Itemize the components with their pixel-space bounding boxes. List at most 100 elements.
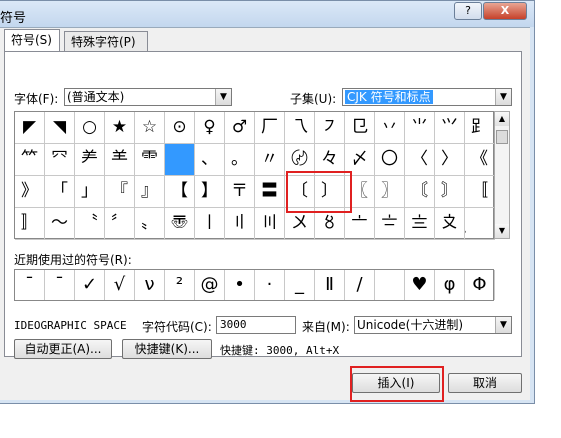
symbol-cell[interactable]: ⻗: [135, 144, 165, 176]
symbol-cell[interactable]: 〘: [405, 176, 435, 208]
symbol-cell[interactable]: 〓: [255, 176, 285, 208]
symbol-cell[interactable]: 〚: [465, 176, 495, 208]
subset-select[interactable]: CJK 符号和标点 ▼: [342, 88, 512, 106]
autocorrect-button[interactable]: 自动更正(A)...: [14, 339, 112, 359]
symbol-cell[interactable]: 〕: [315, 176, 345, 208]
symbol-cell[interactable]: 「: [45, 176, 75, 208]
symbol-cell[interactable]: 〪: [465, 208, 495, 240]
symbol-cell[interactable]: ⺌: [405, 112, 435, 144]
chevron-down-icon[interactable]: ▼: [495, 317, 511, 333]
symbol-cell[interactable]: 〈: [405, 144, 435, 176]
symbol-cell[interactable]: ⻊: [465, 112, 495, 144]
recent-symbol-cell[interactable]: ˉ: [45, 270, 75, 300]
insert-button[interactable]: 插入(I): [352, 373, 440, 393]
chevron-down-icon[interactable]: ▼: [215, 89, 231, 105]
symbol-cell[interactable]: ⊙: [165, 112, 195, 144]
symbol-cell[interactable]: 〒: [225, 176, 255, 208]
recent-symbol-cell[interactable]: @: [195, 270, 225, 300]
symbol-cell[interactable]: ○: [75, 112, 105, 144]
symbol-cell[interactable]: ♂: [225, 112, 255, 144]
symbol-cell[interactable]: ⺮: [15, 144, 45, 176]
symbol-grid-scrollbar[interactable]: ▲ ▼: [494, 111, 510, 239]
symbol-cell[interactable]: 〝: [75, 208, 105, 240]
symbol-cell[interactable]: 〃: [255, 144, 285, 176]
symbol-cell[interactable]: 〄: [285, 144, 315, 176]
symbol-cell[interactable]: 〜: [45, 208, 75, 240]
symbol-cell[interactable]: 〦: [345, 208, 375, 240]
symbol-cell[interactable]: 」: [75, 176, 105, 208]
symbol-cell[interactable]: ⺶: [75, 144, 105, 176]
symbol-cell[interactable]: ◤: [15, 112, 45, 144]
symbol-cell[interactable]: 厂: [255, 112, 285, 144]
scroll-down-icon[interactable]: ▼: [495, 224, 509, 238]
recent-symbol-cell[interactable]: ♥: [405, 270, 435, 300]
symbol-cell[interactable]: 〢: [225, 208, 255, 240]
from-select[interactable]: Unicode(十六进制) ▼: [354, 316, 512, 334]
symbol-cell[interactable]: ☆: [135, 112, 165, 144]
scroll-thumb[interactable]: [496, 130, 508, 144]
symbol-cell[interactable]: 〉: [435, 144, 465, 176]
recent-symbol-cell[interactable]: •: [225, 270, 255, 300]
tab-special-chars[interactable]: 特殊字符(P): [64, 31, 148, 51]
tab-symbols[interactable]: 符号(S): [4, 29, 60, 51]
symbol-cell[interactable]: 〩: [435, 208, 465, 240]
help-button[interactable]: ?: [454, 2, 482, 20]
symbol-cell[interactable]: 〙: [435, 176, 465, 208]
title-bar[interactable]: 符号 ? X: [0, 1, 534, 27]
symbol-cell[interactable]: 〧: [375, 208, 405, 240]
symbol-cell[interactable]: 丷: [375, 112, 405, 144]
recent-symbol-cell[interactable]: _: [285, 270, 315, 300]
symbol-cell[interactable]: 〗: [375, 176, 405, 208]
recent-symbol-cell[interactable]: Φ: [465, 270, 495, 300]
symbol-cell[interactable]: ㇇: [315, 112, 345, 144]
symbol-cell[interactable]: 〡: [195, 208, 225, 240]
symbol-cell[interactable]: 㔾: [345, 112, 375, 144]
symbol-cell[interactable]: 。: [225, 144, 255, 176]
symbol-cell[interactable]: 〆: [345, 144, 375, 176]
symbol-cell[interactable]: 〠: [165, 208, 195, 240]
symbol-cell[interactable]: 〛: [15, 208, 45, 240]
symbol-cell[interactable]: ⺍: [435, 112, 465, 144]
symbol-cell[interactable]: 〥: [315, 208, 345, 240]
char-code-input[interactable]: 3000: [216, 316, 296, 334]
symbol-cell[interactable]: 乁: [285, 112, 315, 144]
symbol-cell[interactable]: 々: [315, 144, 345, 176]
symbol-cell[interactable]: 、: [195, 144, 225, 176]
symbol-cell[interactable]: ★: [105, 112, 135, 144]
symbol-cell[interactable]: ⺷: [105, 144, 135, 176]
symbol-cell[interactable]: ♀: [195, 112, 225, 144]
symbol-cell[interactable]: ⺳: [45, 144, 75, 176]
recent-symbol-cell[interactable]: ✓: [75, 270, 105, 300]
recent-symbol-cell[interactable]: ²: [165, 270, 195, 300]
scroll-up-icon[interactable]: ▲: [495, 112, 509, 126]
symbol-cell[interactable]: [165, 144, 195, 176]
recent-symbol-cell[interactable]: ·: [255, 270, 285, 300]
symbol-cell[interactable]: 【: [165, 176, 195, 208]
shortcut-key-button[interactable]: 快捷键(K)...: [122, 339, 212, 359]
recent-symbol-cell[interactable]: /: [345, 270, 375, 300]
symbol-cell[interactable]: 』: [135, 176, 165, 208]
recent-symbol-cell[interactable]: φ: [435, 270, 465, 300]
recent-symbol-cell[interactable]: √: [105, 270, 135, 300]
recent-symbol-cell[interactable]: ¯: [15, 270, 45, 300]
font-select[interactable]: (普通文本) ▼: [64, 88, 232, 106]
symbol-cell[interactable]: 》: [15, 176, 45, 208]
symbol-cell[interactable]: 〟: [135, 208, 165, 240]
chevron-down-icon[interactable]: ▼: [495, 89, 511, 105]
cancel-button[interactable]: 取消: [448, 373, 522, 393]
recent-symbol-cell[interactable]: Ⅱ: [315, 270, 345, 300]
symbol-cell[interactable]: 〨: [405, 208, 435, 240]
symbol-cell[interactable]: 〣: [255, 208, 285, 240]
symbol-cell[interactable]: 〇: [375, 144, 405, 176]
symbol-cell[interactable]: 〔: [285, 176, 315, 208]
symbol-cell[interactable]: 】: [195, 176, 225, 208]
recent-symbol-cell[interactable]: ν: [135, 270, 165, 300]
symbol-cell[interactable]: 『: [105, 176, 135, 208]
symbol-cell[interactable]: 〤: [285, 208, 315, 240]
symbol-cell[interactable]: 〞: [105, 208, 135, 240]
symbol-cell[interactable]: 《: [465, 144, 495, 176]
recent-symbol-cell[interactable]: [375, 270, 405, 300]
symbol-cell[interactable]: 〖: [345, 176, 375, 208]
symbol-cell[interactable]: ◥: [45, 112, 75, 144]
close-button[interactable]: X: [483, 2, 527, 20]
